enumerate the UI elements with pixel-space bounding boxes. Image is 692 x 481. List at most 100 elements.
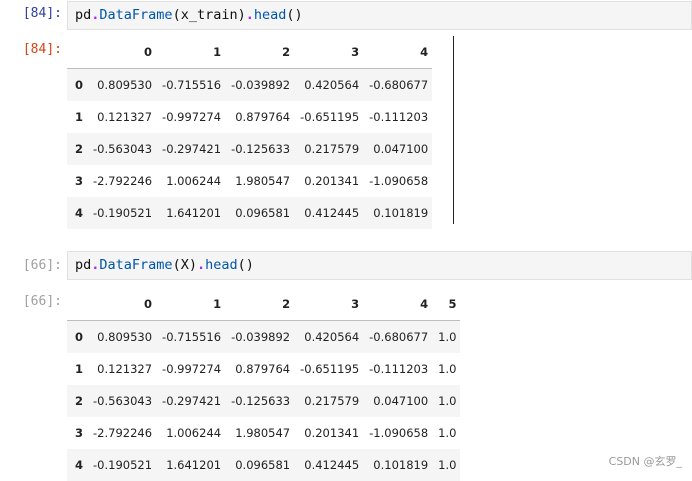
table-cell: 0.420564 [304, 78, 360, 92]
code-token-call: () [286, 7, 303, 23]
table-row: 2 -0.563043 -0.297421 -0.125633 0.217579 0.04… [67, 133, 433, 165]
table-cell: -0.125633 [231, 142, 291, 156]
column-header: 1 [213, 297, 222, 311]
output-prompt-84: [84]: [22, 42, 62, 57]
column-header: 1 [213, 45, 222, 59]
table-cell: -0.190521 [93, 206, 153, 220]
row-index: 0 [75, 78, 84, 92]
table-cell: 0.096581 [235, 206, 291, 220]
table-row: 4 -0.190521 1.641201 0.096581 0.412445 0.1018… [67, 197, 433, 229]
table-row: 0 0.809530 -0.715516 -0.039892 0.420564 -0.68… [67, 68, 433, 101]
code-token-paren-open: ( [172, 257, 181, 273]
table-cell: -0.190521 [93, 458, 153, 472]
code-token-method: head [253, 7, 287, 23]
table-cell: 1.641201 [166, 458, 222, 472]
row-index: 3 [75, 174, 84, 188]
table-cell: 1.0 [438, 426, 457, 440]
table-cell: -0.039892 [231, 78, 291, 92]
table-cell: 0.101819 [373, 206, 429, 220]
table-cell: -0.125633 [231, 394, 291, 408]
code-token-paren-close: ) [188, 257, 197, 273]
column-header: 0 [144, 45, 153, 59]
table-row: 3 -2.792246 1.006244 1.980547 0.201341 -1.090… [67, 165, 432, 197]
table-row: 4 -0.190521 1.641201 0.096581 0.412445 0.1018… [67, 449, 461, 481]
table-cell: 0.121327 [97, 110, 153, 124]
table-cell: -0.680677 [369, 78, 429, 92]
table-row: 2 -0.563043 -0.297421 -0.125633 0.217579 0.04… [67, 385, 461, 417]
code-token-dot: . [245, 7, 254, 23]
row-index: 1 [75, 362, 84, 376]
table-cell: 0.809530 [97, 78, 153, 92]
table-cell: -0.297421 [162, 142, 222, 156]
table-cell: 0.217579 [304, 142, 360, 156]
table-cell: 1.0 [438, 458, 457, 472]
code-token-object: pd [75, 7, 92, 23]
code-token-paren-open: ( [172, 7, 181, 23]
column-header: 2 [282, 45, 291, 59]
row-index: 1 [75, 110, 84, 124]
code-token-argument: x_train [180, 7, 238, 23]
table-cell: -0.715516 [162, 78, 222, 92]
row-index: 4 [75, 206, 84, 220]
table-cell: -2.792246 [93, 174, 153, 188]
table-cell: 1.0 [438, 394, 457, 408]
column-header [67, 288, 87, 321]
table-cell: 0.047100 [373, 142, 429, 156]
code-cell-66[interactable]: pd.DataFrame(X).head() [67, 251, 692, 280]
table-cell: -0.297421 [162, 394, 222, 408]
table-cell: -0.039892 [231, 330, 291, 344]
code-token-argument: X [180, 257, 189, 273]
table-row: 3 -2.792246 1.006244 1.980547 0.201341 -1.090… [67, 417, 460, 449]
table-cell: 1.0 [438, 330, 457, 344]
table-cell: 0.412445 [304, 206, 360, 220]
column-header: 2 [282, 297, 291, 311]
table-cell: -1.090658 [369, 174, 429, 188]
table-cell: 0.809530 [97, 330, 153, 344]
table-cell: 1.006244 [166, 174, 222, 188]
code-token-call: () [237, 257, 254, 273]
column-header: 3 [351, 45, 360, 59]
code-token-paren-close: ) [237, 7, 246, 23]
output-scroll-edge [453, 36, 454, 224]
table-cell: 1.641201 [166, 206, 222, 220]
table-cell: 0.420564 [304, 330, 360, 344]
column-header: 4 [420, 297, 429, 311]
table-header-row: 0 1 2 3 4 [67, 36, 433, 69]
row-index: 3 [75, 426, 84, 440]
table-cell: -0.651195 [300, 362, 360, 376]
table-cell: 1.006244 [166, 426, 222, 440]
table-row: 0 0.809530 -0.715516 -0.039892 0.420564 -0.68… [67, 320, 461, 353]
column-header [67, 36, 87, 69]
dataframe-output-table: 0 1 2 3 4 0 0.809530 -0.715516 -0.039892 0.420564… [67, 36, 433, 229]
output-prompt-66: [66]: [22, 294, 62, 309]
table-cell: -2.792246 [93, 426, 153, 440]
table-cell: 0.217579 [304, 394, 360, 408]
column-header: 5 [448, 297, 457, 311]
table-cell: 1.0 [438, 362, 457, 376]
column-header: 4 [420, 45, 429, 59]
table-cell: 0.201341 [304, 174, 360, 188]
code-token-class: DataFrame [99, 7, 173, 23]
row-index: 2 [75, 142, 84, 156]
table-cell: 0.879764 [235, 362, 291, 376]
input-prompt-84: [84]: [22, 6, 62, 21]
table-cell: -0.111203 [369, 110, 429, 124]
table-cell: -0.715516 [162, 330, 222, 344]
table-row: 1 0.121327 -0.997274 0.879764 -0.651195 -0.11… [67, 353, 460, 385]
row-index: 4 [75, 458, 84, 472]
table-cell: 1.980547 [235, 174, 291, 188]
code-cell-84[interactable]: pd.DataFrame(x_train).head() [67, 1, 692, 30]
code-token-dot: . [196, 257, 206, 273]
row-index: 2 [75, 394, 84, 408]
table-header-row: 0 1 2 3 4 5 [67, 288, 461, 321]
table-cell: -1.090658 [369, 426, 429, 440]
table-row: 1 0.121327 -0.997274 0.879764 -0.651195 -0.11… [67, 101, 432, 133]
code-token-method: head [205, 257, 238, 273]
table-cell: 0.096581 [235, 458, 291, 472]
table-cell: 0.412445 [304, 458, 360, 472]
table-cell: 1.980547 [235, 426, 291, 440]
table-cell: -0.997274 [162, 110, 222, 124]
table-cell: -0.563043 [93, 394, 153, 408]
column-header: 3 [351, 297, 360, 311]
table-cell: 0.101819 [373, 458, 429, 472]
